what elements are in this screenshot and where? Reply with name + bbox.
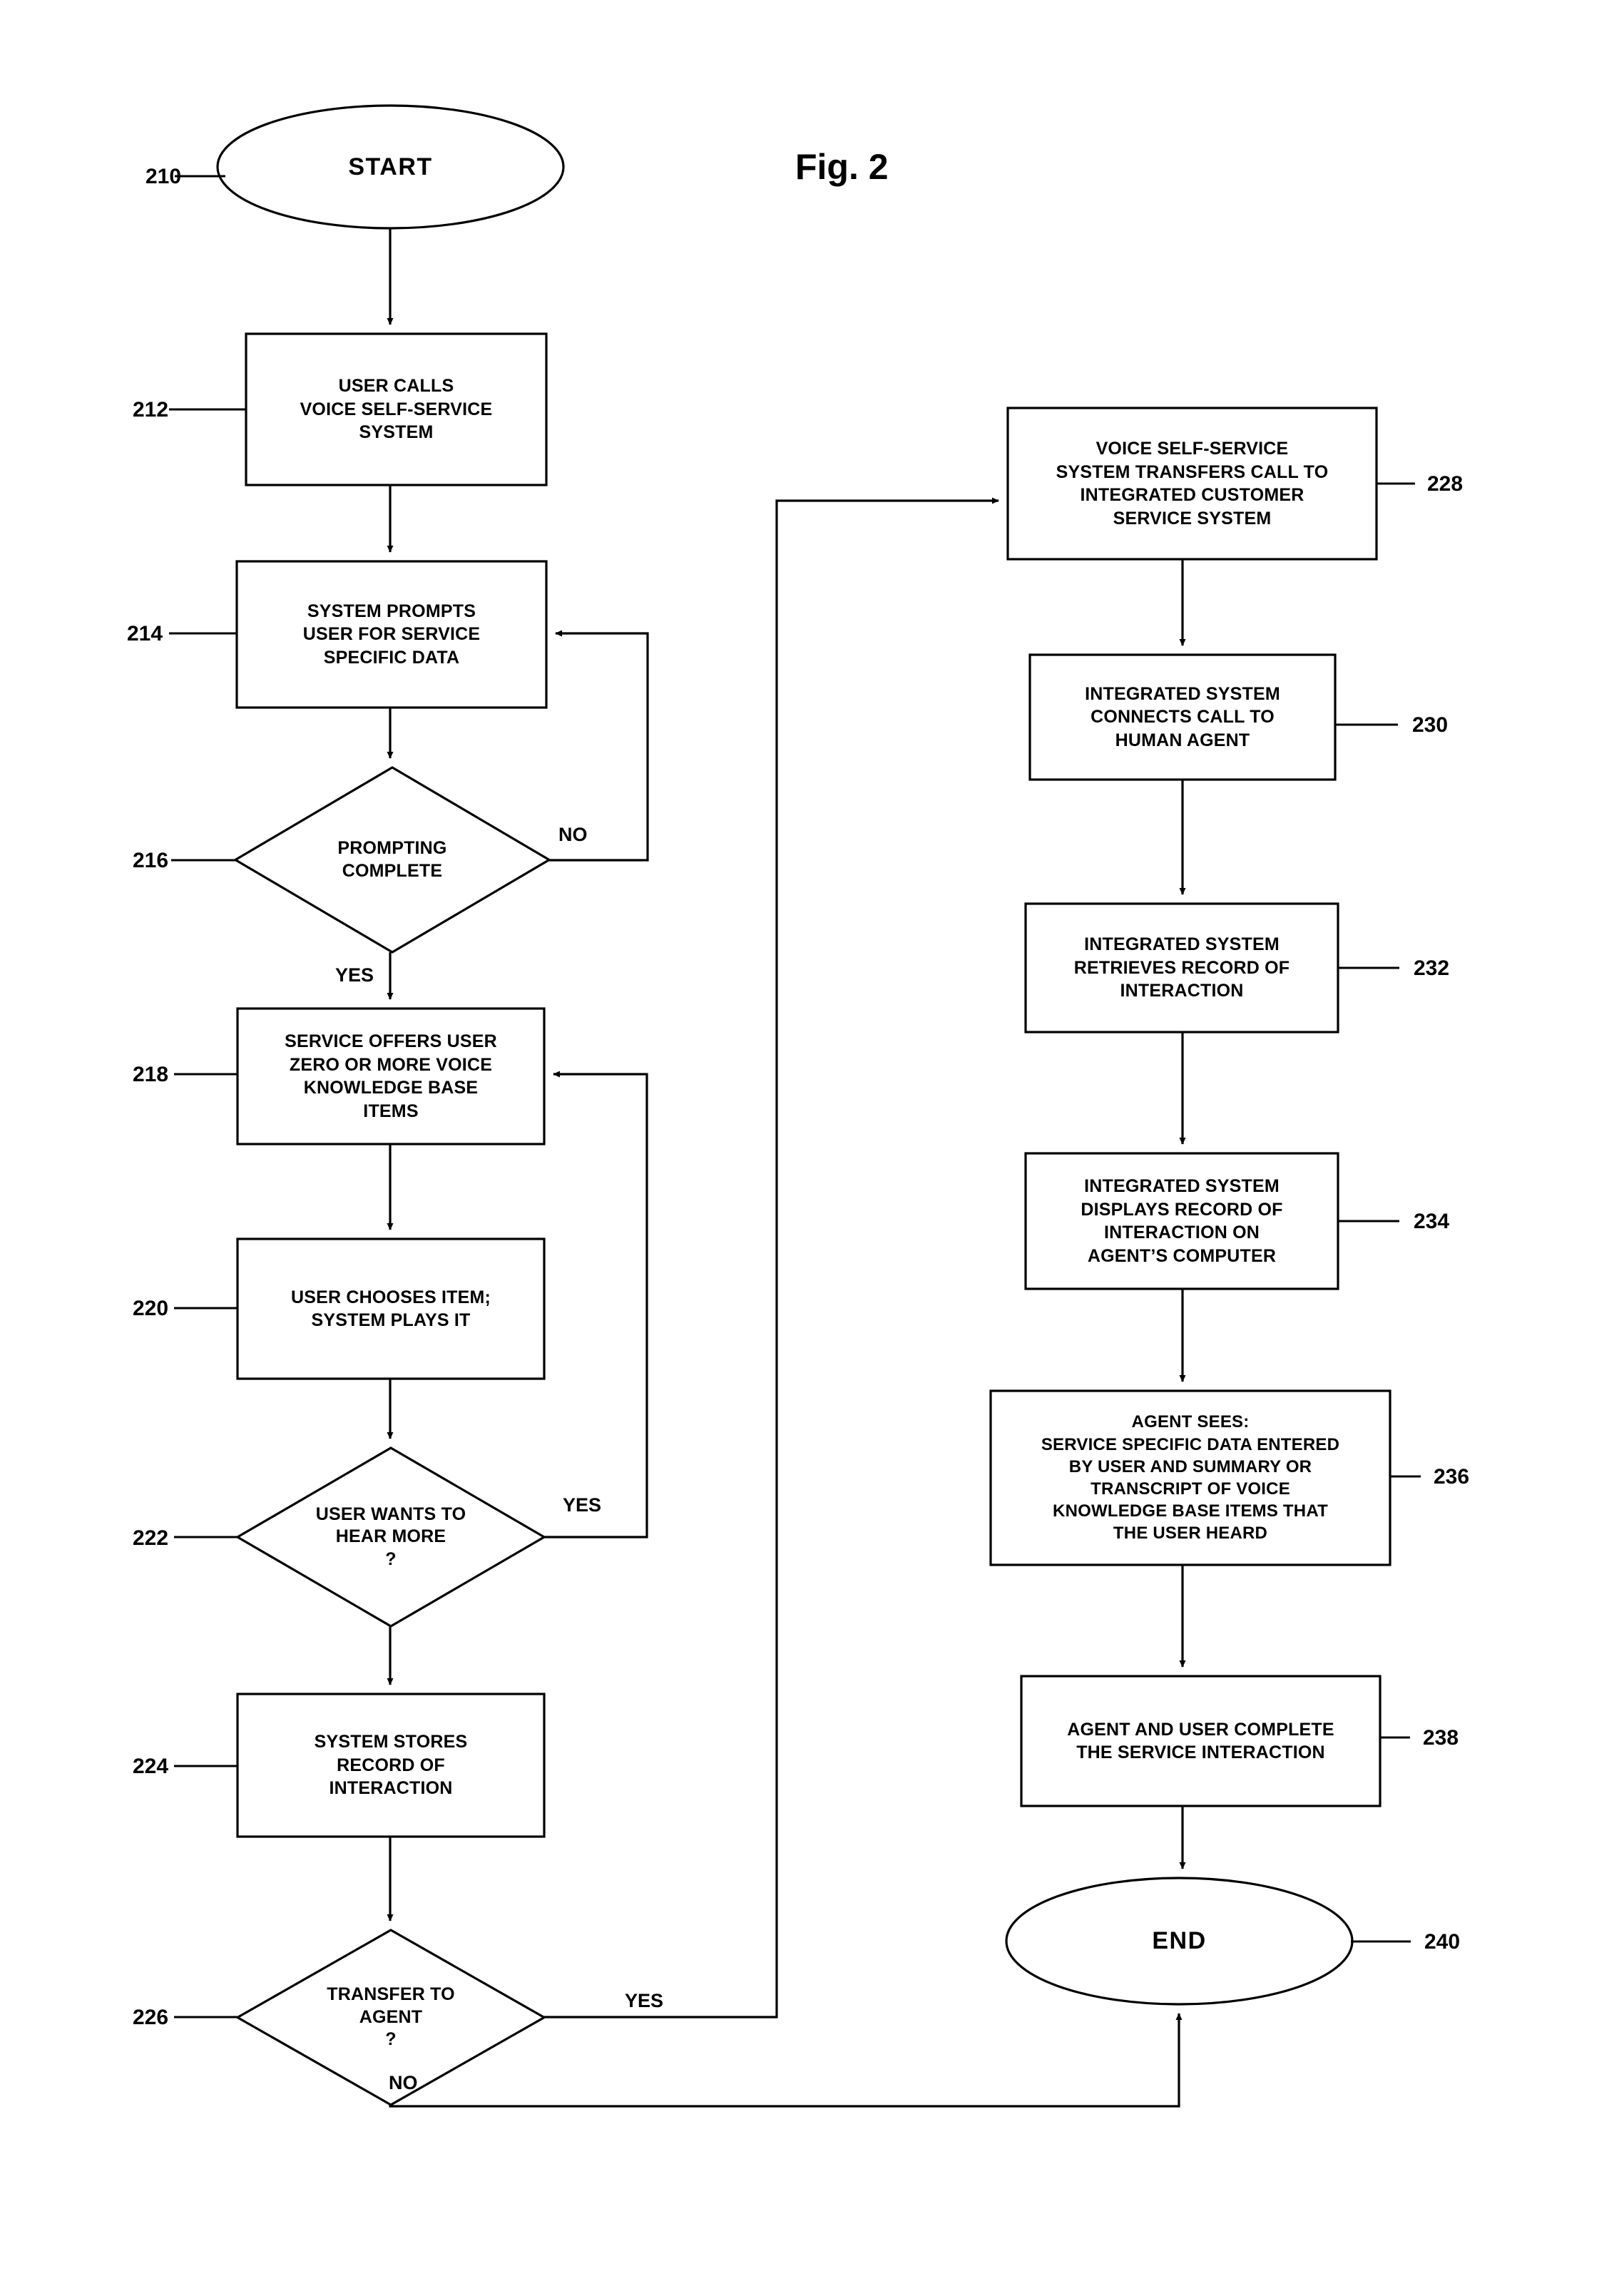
node-shape-222 — [235, 1446, 547, 1628]
connector-226-yes-228 — [544, 497, 999, 2019]
edge-label-no-216: NO — [558, 824, 588, 845]
node-shape-224 — [236, 1693, 546, 1838]
reference-number-230: 230 — [1412, 713, 1449, 737]
reference-number-218: 218 — [133, 1063, 169, 1086]
edge-label-no-226: NO — [389, 2072, 418, 2093]
reference-number-226: 226 — [133, 2006, 169, 2029]
reference-number-210: 210 — [145, 165, 182, 188]
node-shape-220 — [236, 1237, 546, 1380]
reference-number-234: 234 — [1414, 1210, 1450, 1233]
node-shape-214 — [235, 560, 548, 709]
node-shape-228 — [1006, 407, 1378, 561]
reference-number-224: 224 — [133, 1755, 169, 1778]
reference-number-216: 216 — [133, 849, 169, 872]
reference-number-228: 228 — [1427, 472, 1464, 496]
edge-label-yes-226: YES — [625, 1990, 664, 2011]
edge-label-yes-216: YES — [335, 964, 374, 986]
reference-number-214: 214 — [127, 622, 163, 645]
node-shape-212 — [245, 332, 548, 486]
node-shape-216 — [233, 766, 552, 954]
reference-number-240: 240 — [1424, 1930, 1461, 1954]
reference-number-238: 238 — [1423, 1726, 1459, 1750]
node-shape-238 — [1020, 1675, 1382, 1807]
node-shape-232 — [1024, 902, 1339, 1034]
flowchart-canvas — [169, 104, 1421, 2108]
reference-number-236: 236 — [1434, 1465, 1470, 1489]
node-shape-236 — [989, 1389, 1391, 1566]
node-shape-234 — [1024, 1152, 1339, 1290]
reference-number-212: 212 — [133, 398, 169, 422]
connector-222-yes-218 — [544, 1071, 648, 1538]
figure-title: Fig. 2 — [795, 147, 889, 187]
node-shape-240 — [1005, 1877, 1354, 2006]
edge-label-yes-222: YES — [563, 1494, 602, 1516]
reference-number-220: 220 — [133, 1297, 169, 1320]
node-shape-layer — [216, 104, 1391, 2106]
reference-number-222: 222 — [133, 1526, 169, 1550]
reference-number-232: 232 — [1414, 956, 1450, 980]
node-shape-210 — [216, 104, 565, 230]
node-shape-230 — [1028, 653, 1337, 781]
node-shape-218 — [236, 1007, 546, 1145]
patent-figure-page: START USER CALLS VOICE SELF-SERVICE SYSTE… — [0, 0, 1624, 2271]
